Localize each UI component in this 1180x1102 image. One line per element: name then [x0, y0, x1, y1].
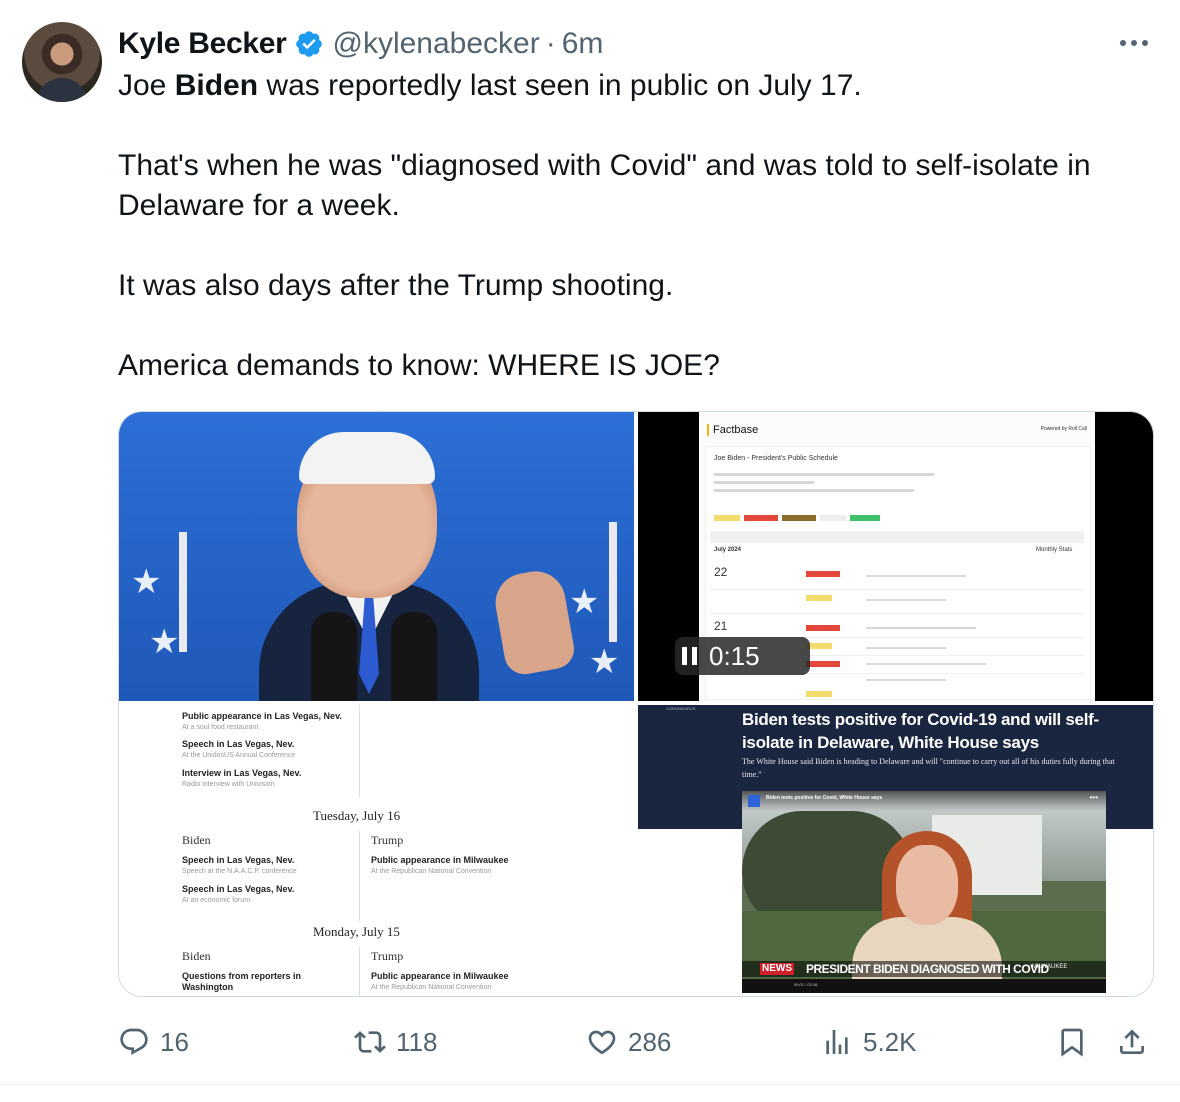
photo-schedule-list[interactable]: Public appearance in Las Vegas, Nev. At …	[119, 705, 634, 996]
player-time: 00:01 / 02:16	[794, 982, 818, 987]
repost-icon	[354, 1031, 386, 1053]
date-21: 21	[714, 619, 728, 633]
divider	[0, 1084, 1180, 1085]
bookmark-button[interactable]	[1056, 1022, 1088, 1062]
heart-icon	[588, 1030, 616, 1055]
schedule-item-title: Interview in Las Vegas, Nev.	[182, 768, 302, 778]
reply-icon	[120, 1028, 148, 1055]
author-avatar[interactable]	[22, 22, 102, 102]
video-title: Biden tests positive for Covid, White Ho…	[766, 795, 883, 801]
news-category: CORONAVIRUS	[666, 706, 696, 711]
tweet-paragraph-2: That's when he was "diagnosed with Covid…	[118, 149, 1091, 222]
share-button[interactable]	[1116, 1022, 1148, 1062]
schedule-item-sub: At an economic forum	[182, 897, 251, 904]
tweet-timestamp[interactable]: 6m	[562, 27, 604, 61]
schedule-item-title: Speech in Las Vegas, Nev.	[182, 739, 295, 749]
factbase-logo: Factbase	[707, 424, 758, 436]
news-video-player[interactable]: Biden tests positive for Covid, White Ho…	[742, 791, 1106, 993]
news-subhead: The White House said Biden is heading to…	[742, 757, 1115, 779]
text-bold-biden: Biden	[174, 69, 259, 102]
view-count: 5.2K	[863, 1026, 917, 1057]
media-grid: ★ ★ ★ ★ Factbase Powered by Roll Call Jo…	[118, 411, 1154, 997]
pause-icon[interactable]	[669, 637, 709, 675]
schedule-item-title: Public appearance in Milwaukee	[371, 855, 509, 865]
views-button[interactable]: 5.2K	[821, 1022, 917, 1062]
schedule-page-title: Joe Biden - President's Public Schedule	[714, 455, 838, 462]
col-biden: Biden	[182, 833, 211, 847]
text-prefix: Joe	[118, 69, 175, 102]
tweet-paragraph-1: Joe Biden was reportedly last seen in pu…	[118, 66, 1158, 106]
verified-badge-icon	[296, 31, 323, 57]
col-trump: Trump	[371, 833, 404, 847]
monthly-stats: Monthly Stats	[1036, 547, 1073, 553]
share-icon	[1120, 1029, 1144, 1054]
more-options-icon[interactable]	[1114, 28, 1154, 58]
like-count: 286	[628, 1026, 672, 1057]
photo-biden-podium[interactable]: ★ ★ ★ ★	[119, 412, 634, 701]
month-label: July 2024	[714, 547, 742, 553]
breaking-news-badge: NEWS	[760, 963, 794, 975]
separator-dot: ·	[545, 27, 556, 60]
volume-icon[interactable]	[748, 795, 760, 807]
schedule-item-sub: At a soul food restaurant	[182, 724, 259, 731]
video-duration: 0:15	[709, 640, 760, 671]
tweet-paragraph-3: It was also days after the Trump shootin…	[118, 269, 674, 302]
factbase-credit: Powered by Roll Call	[1040, 426, 1087, 432]
day-heading: Monday, July 15	[313, 924, 400, 939]
reply-button[interactable]: 16	[118, 1022, 189, 1062]
like-button[interactable]: 286	[586, 1022, 671, 1062]
schedule-item-title: Public appearance in Las Vegas, Nev.	[182, 711, 342, 721]
tweet-actions: 16 118 286 5.2K	[118, 1022, 1158, 1062]
text-suffix: was reportedly last seen in public on Ju…	[258, 69, 862, 102]
video-factbase-schedule[interactable]: Factbase Powered by Roll Call Joe Biden …	[638, 412, 1153, 701]
schedule-item-sub: Radio interview with Univision	[182, 781, 275, 788]
repost-button[interactable]: 118	[354, 1022, 437, 1062]
bookmark-icon	[1061, 1028, 1083, 1057]
news-headline: Biden tests positive for Covid-19 and wi…	[742, 710, 1099, 752]
schedule-item-sub: At the Republican National Convention	[371, 868, 492, 875]
tweet-text: Joe Biden was reportedly last seen in pu…	[118, 66, 1158, 386]
reply-count: 16	[160, 1026, 189, 1057]
date-22: 22	[714, 565, 728, 579]
ticker-location: MILWAUKEE	[1032, 964, 1068, 970]
video-more-icon[interactable]: •••	[1090, 793, 1098, 802]
schedule-item-title: Public appearance in Milwaukee	[371, 971, 509, 981]
repost-count: 118	[396, 1026, 438, 1057]
author-handle[interactable]: @kylenabecker	[332, 27, 539, 61]
schedule-item-title: Speech in Las Vegas, Nev.	[182, 855, 295, 865]
col-trump: Trump	[371, 949, 404, 963]
schedule-item-title: Speech in Las Vegas, Nev.	[182, 884, 295, 894]
schedule-item-sub: At the UnidosUS Annual Conference	[182, 752, 296, 759]
schedule-item-sub: At the Republican National Convention	[371, 984, 492, 991]
views-icon	[826, 1030, 848, 1054]
video-pause-badge[interactable]: 0:15	[675, 637, 810, 675]
news-ticker: PRESIDENT BIDEN DIAGNOSED WITH COVID	[806, 962, 1049, 976]
col-biden: Biden	[182, 949, 211, 963]
photo-news-article[interactable]: CORONAVIRUS Biden tests positive for Cov…	[638, 705, 1153, 996]
tweet-header: Kyle Becker @kylenabecker · 6m	[118, 24, 603, 64]
day-heading: Tuesday, July 16	[313, 808, 401, 823]
author-name[interactable]: Kyle Becker	[118, 27, 287, 61]
schedule-item-sub: Speech at the N.A.A.C.P. conference	[182, 868, 297, 875]
schedule-item-title: Questions from reporters in Washington	[182, 971, 302, 992]
tweet-paragraph-4: America demands to know: WHERE IS JOE?	[118, 349, 720, 382]
